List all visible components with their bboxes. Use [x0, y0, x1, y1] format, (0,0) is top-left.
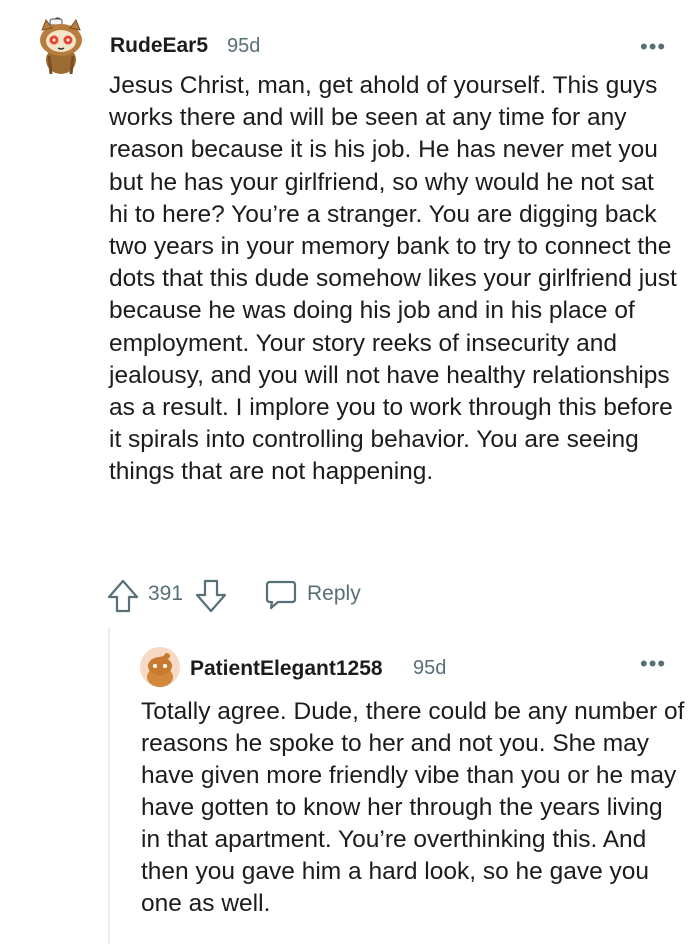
reply-timestamp[interactable]: 95d	[413, 657, 446, 680]
upvote-icon[interactable]	[106, 578, 140, 614]
reply-button[interactable]: Reply	[307, 582, 361, 606]
reply-icon[interactable]	[264, 579, 298, 611]
reply-body: Totally agree. Dude, there could be any …	[141, 698, 685, 917]
downvote-icon[interactable]	[194, 578, 228, 614]
reply-author[interactable]: PatientElegant1258	[190, 657, 383, 681]
comment-body: Jesus Christ, man, get ahold of yourself…	[109, 72, 677, 486]
more-options-button[interactable]: •••	[640, 653, 666, 675]
thread-line[interactable]	[108, 628, 110, 944]
comment-author[interactable]: RudeEar5	[110, 34, 208, 58]
comment-timestamp[interactable]: 95d	[227, 35, 260, 58]
more-options-button[interactable]: •••	[640, 36, 666, 58]
user-avatar-icon[interactable]	[140, 647, 180, 687]
user-avatar-icon[interactable]	[36, 16, 86, 76]
vote-score: 391	[148, 582, 184, 605]
